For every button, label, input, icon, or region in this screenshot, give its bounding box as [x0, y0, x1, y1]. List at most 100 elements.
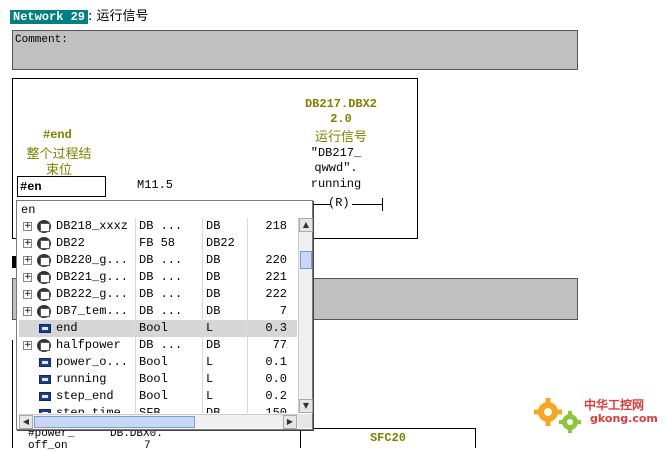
reset-coil[interactable]: (R): [328, 196, 350, 210]
autocomplete-row[interactable]: end Bool L 0.3: [19, 320, 297, 337]
row-memory-area: DB: [206, 270, 221, 284]
expand-icon[interactable]: +: [23, 239, 32, 248]
variable-icon: [39, 409, 51, 413]
autocomplete-row[interactable]: + DB7_tem... DB ... DB 7: [19, 303, 297, 320]
row-address: 0.0: [265, 372, 287, 386]
autocomplete-filter-input[interactable]: en: [19, 203, 310, 217]
scroll-down-button[interactable]: ▼: [299, 399, 313, 413]
row-data-type: DB ...: [139, 304, 183, 318]
coil-wire-right: [352, 204, 382, 205]
symbol-autocomplete-popup[interactable]: en + DB218_xxxz DB ... DB 218 + DB22 FB 58 DB22 +…: [16, 200, 313, 430]
column-separator: [135, 269, 136, 286]
column-separator: [202, 388, 203, 405]
row-memory-area: DB: [206, 253, 221, 267]
row-data-type: Bool: [139, 321, 168, 335]
row-address: 221: [265, 270, 287, 284]
row-symbol-name: halfpower: [56, 338, 121, 352]
expand-icon[interactable]: +: [23, 290, 32, 299]
row-address: 0.1: [265, 355, 287, 369]
autocomplete-row[interactable]: step_end Bool L 0.2: [19, 388, 297, 405]
row-data-type: DB ...: [139, 338, 183, 352]
scroll-left-button[interactable]: ◀: [19, 415, 33, 429]
row-symbol-name: DB22: [56, 236, 85, 250]
row-symbol-name: DB7_tem...: [56, 304, 129, 318]
column-separator: [135, 320, 136, 337]
contact-operand-input[interactable]: #en: [17, 176, 106, 197]
autocomplete-row[interactable]: running Bool L 0.0: [19, 371, 297, 388]
row-memory-area: DB: [206, 406, 221, 413]
expand-icon[interactable]: +: [23, 273, 32, 282]
network-comment-box[interactable]: Comment:: [12, 30, 578, 70]
column-separator: [247, 269, 248, 286]
contact-address: M11.5: [137, 178, 174, 192]
expand-icon[interactable]: +: [23, 307, 32, 316]
coil-symbol-line3: running: [310, 177, 362, 191]
data-block-icon: [37, 271, 51, 284]
vertical-scroll-thumb[interactable]: [300, 251, 312, 269]
column-separator: [247, 354, 248, 371]
autocomplete-row[interactable]: + DB22 FB 58 DB22: [19, 235, 297, 252]
scroll-up-button[interactable]: ▲: [299, 218, 313, 232]
column-separator: [135, 303, 136, 320]
row-data-type: DB ...: [139, 253, 183, 267]
row-data-type: Bool: [139, 389, 168, 403]
column-separator: [202, 269, 203, 286]
bottom-operand-fragment-2: off_on: [28, 440, 68, 452]
row-memory-area: L: [206, 389, 214, 403]
bottom-network-left-rail: [12, 340, 13, 448]
autocomplete-row[interactable]: + DB222_g... DB ... DB 222: [19, 286, 297, 303]
row-memory-area: L: [206, 321, 214, 335]
coil-wire-end: [382, 198, 383, 211]
column-separator: [135, 252, 136, 269]
row-data-type: SFB: [139, 406, 161, 413]
row-address: 218: [265, 219, 287, 233]
column-separator: [247, 252, 248, 269]
row-address: 0.2: [265, 389, 287, 403]
row-memory-area: DB: [206, 338, 221, 352]
row-symbol-name: power_o...: [56, 355, 129, 369]
data-block-icon: [37, 288, 51, 301]
expand-icon[interactable]: +: [23, 222, 32, 231]
scroll-right-button[interactable]: ▶: [283, 415, 297, 429]
sfc-block-box[interactable]: SFC20: [300, 428, 476, 448]
column-separator: [247, 218, 248, 235]
autocomplete-row[interactable]: power_o... Bool L 0.1: [19, 354, 297, 371]
row-data-type: FB 58: [139, 236, 176, 250]
column-separator: [135, 371, 136, 388]
coil-address-line2: 2.0: [330, 112, 352, 126]
row-memory-area: L: [206, 372, 214, 386]
horizontal-scroll-thumb[interactable]: [34, 416, 195, 428]
coil-type-label: R: [335, 196, 343, 210]
autocomplete-row[interactable]: + halfpower DB ... DB 77: [19, 337, 297, 354]
column-separator: [135, 354, 136, 371]
expand-icon[interactable]: +: [23, 256, 32, 265]
column-separator: [202, 286, 203, 303]
data-block-icon: [37, 305, 51, 318]
column-separator: [247, 371, 248, 388]
autocomplete-row[interactable]: + DB221_g... DB ... DB 221: [19, 269, 297, 286]
row-symbol-name: end: [56, 321, 78, 335]
contact-symbol: #end: [43, 128, 72, 142]
scrollbar-corner: [298, 414, 312, 428]
autocomplete-row[interactable]: + DB218_xxxz DB ... DB 218: [19, 218, 297, 235]
row-data-type: DB ...: [139, 219, 183, 233]
column-separator: [135, 286, 136, 303]
autocomplete-row[interactable]: step_time SFB DB 150: [19, 405, 297, 413]
watermark-text: 中华工控网: [584, 398, 645, 412]
column-separator: [202, 252, 203, 269]
autocomplete-list[interactable]: + DB218_xxxz DB ... DB 218 + DB22 FB 58 DB22 + DB2…: [19, 218, 297, 413]
row-data-type: DB ...: [139, 270, 183, 284]
comment-label: Comment:: [15, 34, 68, 46]
column-separator: [247, 235, 248, 252]
data-block-icon: [37, 237, 51, 250]
network-description: : 运行信号: [88, 9, 149, 24]
autocomplete-row[interactable]: + DB220_g... DB ... DB 220: [19, 252, 297, 269]
data-block-icon: [37, 339, 51, 352]
network-number-badge[interactable]: Network 29: [10, 10, 89, 24]
vertical-scrollbar[interactable]: ▲ ▼: [298, 218, 313, 413]
expand-icon[interactable]: +: [23, 341, 32, 350]
watermark-url: gkong.com: [590, 412, 658, 425]
column-separator: [247, 405, 248, 413]
horizontal-scrollbar[interactable]: ◀ ▶: [19, 414, 298, 429]
column-separator: [135, 337, 136, 354]
